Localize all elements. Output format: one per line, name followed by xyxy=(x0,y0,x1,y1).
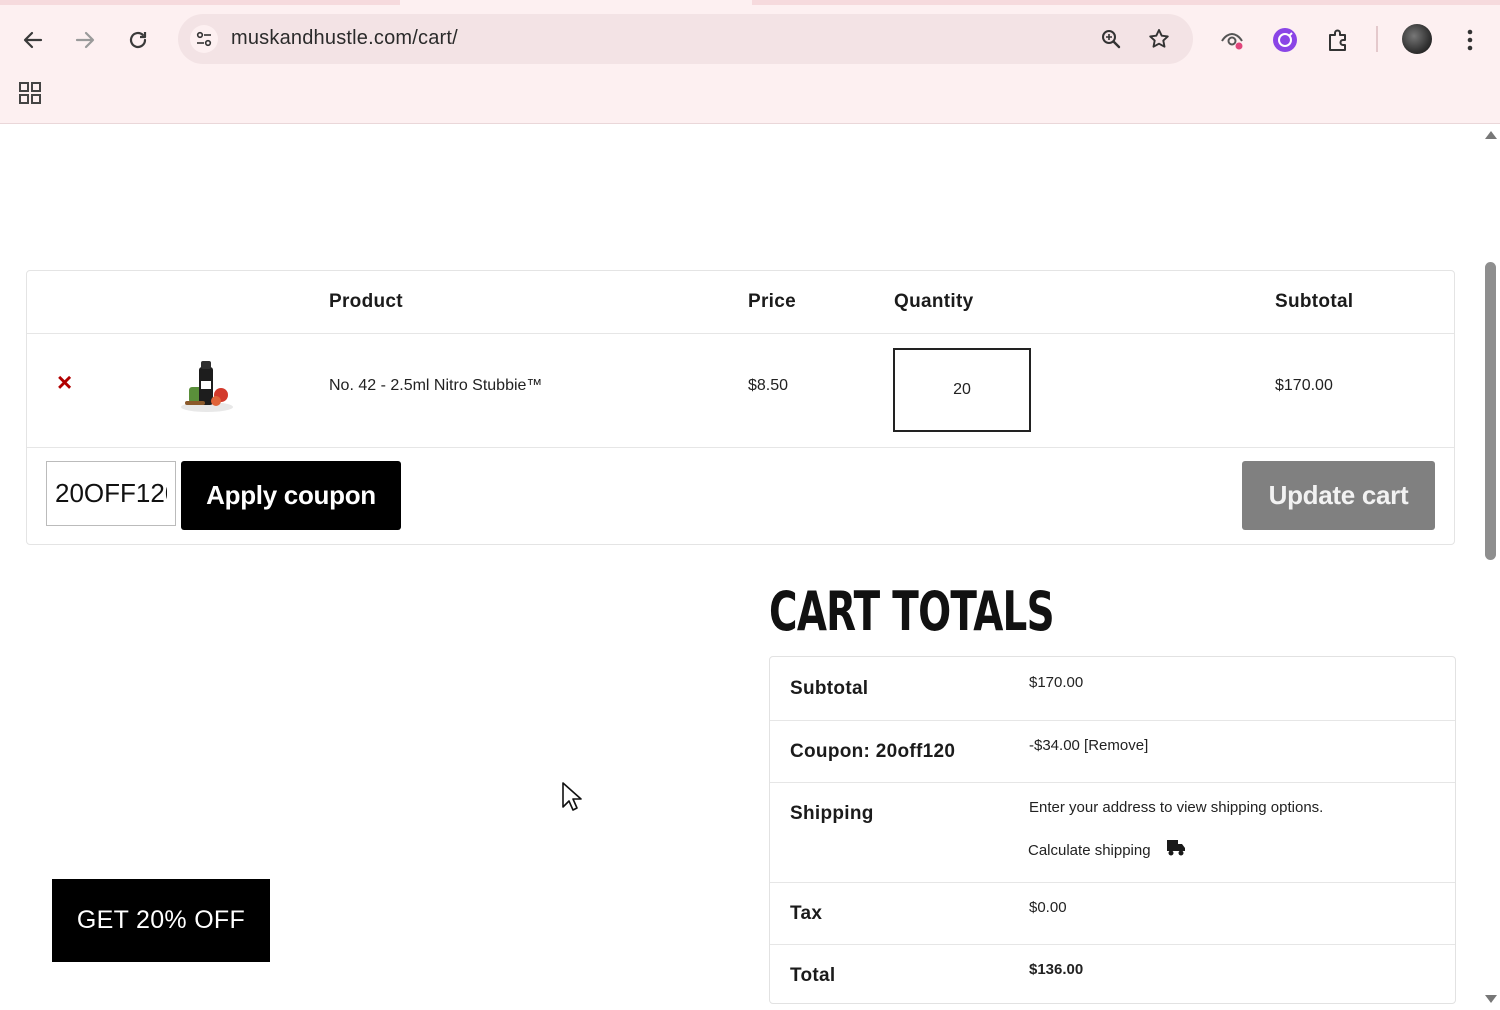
truck-icon xyxy=(1166,840,1185,856)
scroll-up-arrow-icon[interactable] xyxy=(1485,131,1497,139)
cart-item-row: × No. 42 - 2.5ml Nitro Stubbie™ $8.50 20… xyxy=(27,333,1454,448)
product-thumbnail[interactable] xyxy=(177,357,237,417)
extension-button-2[interactable] xyxy=(1267,22,1303,58)
address-bar[interactable]: muskandhustle.com/cart/ xyxy=(178,14,1193,64)
calculate-shipping-label[interactable]: Calculate shipping xyxy=(1028,842,1151,859)
menu-button[interactable] xyxy=(1452,22,1488,58)
zoom-button[interactable] xyxy=(1098,26,1124,52)
cart-table: Product Price Quantity Subtotal × No. 42… xyxy=(26,270,1455,545)
extension-purple-icon xyxy=(1273,28,1297,52)
shipping-label: Shipping xyxy=(790,803,874,824)
page-scrollbar[interactable] xyxy=(1480,124,1500,1010)
site-info-button[interactable] xyxy=(190,25,218,53)
shipping-info-text: Enter your address to view shipping opti… xyxy=(1029,799,1324,816)
header-quantity: Quantity xyxy=(894,291,974,312)
back-arrow-icon xyxy=(23,31,43,49)
forward-button[interactable] xyxy=(67,22,103,58)
cart-totals-heading: CART TOTALS xyxy=(769,580,1055,643)
header-product: Product xyxy=(329,291,403,312)
total-value: $136.00 xyxy=(1029,961,1084,978)
totals-row-subtotal: Subtotal $170.00 xyxy=(770,657,1455,721)
product-name-link[interactable]: No. 42 - 2.5ml Nitro Stubbie™ xyxy=(329,377,542,395)
back-button[interactable] xyxy=(15,22,51,58)
more-vertical-icon xyxy=(1467,29,1473,51)
coupon-label: Coupon: 20off120 xyxy=(790,741,956,762)
reload-button[interactable] xyxy=(120,22,156,58)
cart-totals-table: Subtotal $170.00 Coupon: 20off120 -$34.0… xyxy=(769,656,1456,1004)
toolbar-separator xyxy=(1376,26,1378,52)
tune-icon xyxy=(196,31,212,47)
totals-row-coupon: Coupon: 20off120 -$34.00 [Remove] xyxy=(770,720,1455,783)
tax-label: Tax xyxy=(790,903,823,924)
coupon-row: Apply coupon Update cart xyxy=(27,447,1454,545)
extension-button-1[interactable] xyxy=(1214,22,1250,58)
coupon-discount-value: -$34.00 xyxy=(1029,737,1080,754)
puzzle-icon xyxy=(1329,29,1346,51)
quantity-value[interactable]: 20 xyxy=(953,381,971,399)
subtotal-value: $170.00 xyxy=(1029,674,1084,691)
url-text[interactable]: muskandhustle.com/cart/ xyxy=(231,27,458,50)
get-discount-button[interactable]: GET 20% OFF xyxy=(52,879,270,962)
cart-table-header: Product Price Quantity Subtotal xyxy=(27,271,1454,334)
remove-item-button[interactable]: × xyxy=(57,369,72,395)
profile-avatar[interactable] xyxy=(1402,24,1432,54)
bookmark-button[interactable] xyxy=(1146,26,1172,52)
tab-strip xyxy=(0,0,1500,5)
scroll-down-arrow-icon[interactable] xyxy=(1485,995,1497,1003)
active-tab[interactable] xyxy=(400,0,752,5)
mouse-cursor-icon xyxy=(562,782,582,811)
totals-row-shipping: Shipping Enter your address to view ship… xyxy=(770,782,1455,883)
totals-row-total: Total $136.00 xyxy=(770,944,1455,1004)
coupon-code-input[interactable] xyxy=(46,461,176,526)
product-subtotal: $170.00 xyxy=(1275,377,1333,394)
apply-coupon-button[interactable]: Apply coupon xyxy=(181,461,401,530)
header-price: Price xyxy=(748,291,796,312)
totals-row-tax: Tax $0.00 xyxy=(770,882,1455,945)
calculate-shipping-link[interactable]: Calculate shipping xyxy=(1028,838,1187,859)
apps-grid-icon[interactable] xyxy=(17,80,43,106)
product-price: $8.50 xyxy=(748,377,789,394)
quantity-input[interactable]: 20 xyxy=(893,348,1031,432)
update-cart-button[interactable]: Update cart xyxy=(1242,461,1435,530)
subtotal-label: Subtotal xyxy=(790,678,869,699)
browser-toolbar: muskandhustle.com/cart/ xyxy=(0,0,1500,124)
header-subtotal: Subtotal xyxy=(1275,291,1354,312)
extensions-button[interactable] xyxy=(1320,22,1356,58)
scrollbar-thumb[interactable] xyxy=(1485,262,1496,560)
tax-value: $0.00 xyxy=(1029,899,1067,916)
reload-icon xyxy=(129,31,147,49)
remove-coupon-link[interactable]: [Remove] xyxy=(1084,737,1148,754)
coupon-discount: -$34.00 [Remove] xyxy=(1029,737,1148,754)
extension-eye-icon xyxy=(1221,32,1243,50)
star-icon xyxy=(1149,29,1169,48)
forward-arrow-icon xyxy=(75,31,95,49)
zoom-icon xyxy=(1102,30,1121,49)
total-label: Total xyxy=(790,965,836,986)
